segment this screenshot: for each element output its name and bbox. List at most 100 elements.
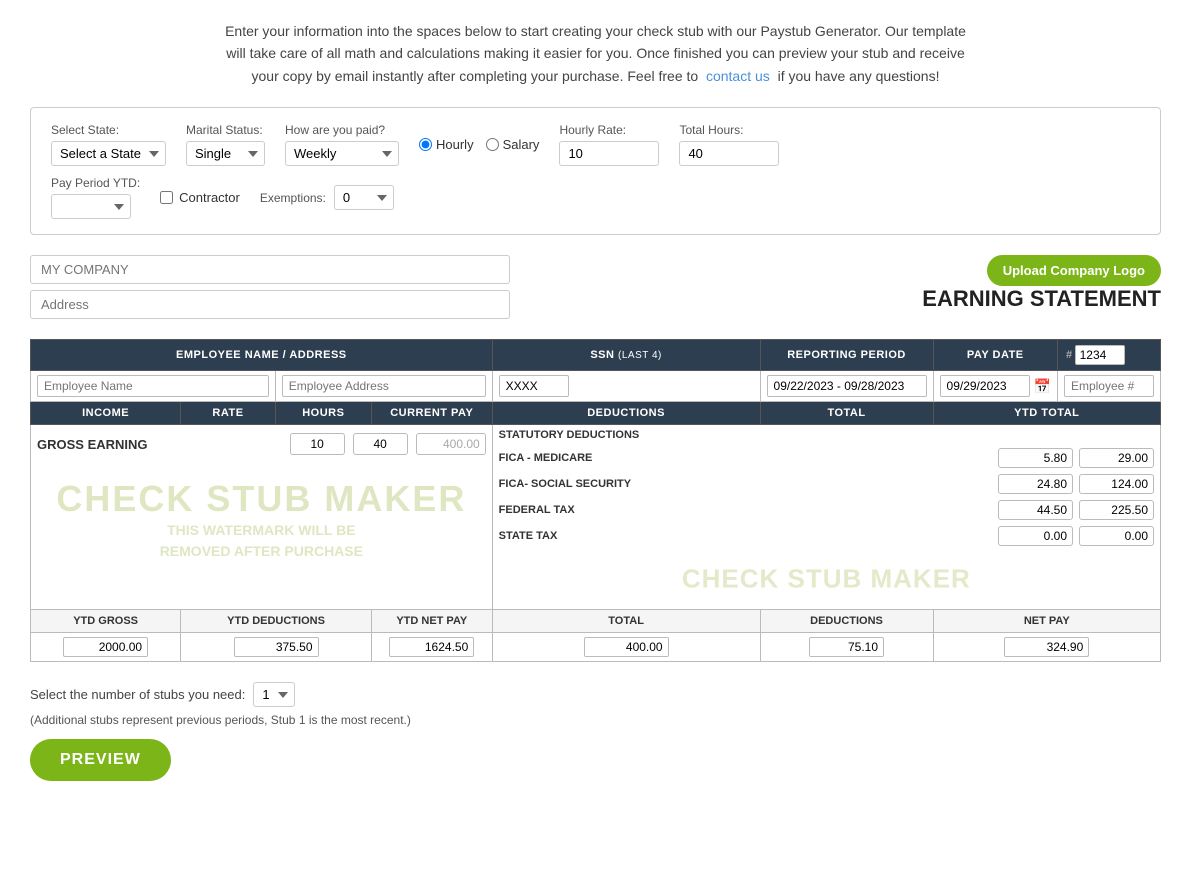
watermark-main-text: CHECK STUB MAKER: [56, 478, 466, 520]
company-address-input[interactable]: [30, 290, 510, 319]
income-deduction-header-row: INCOME RATE HOURS CURRENT PAY DEDUCTIONS…: [31, 402, 1161, 425]
income-section-cell: GROSS EARNING CHECK STUB MAKER THIS WATE…: [31, 425, 493, 610]
totals-value-row: [31, 633, 1161, 662]
company-section: [30, 255, 510, 325]
state-tax-total-input[interactable]: [998, 526, 1073, 546]
pay-select[interactable]: Weekly Bi-WeeklyMonthlySemi-Monthly: [285, 141, 399, 166]
fica-ss-ytd-input[interactable]: [1079, 474, 1154, 494]
federal-tax-ytd-input[interactable]: [1079, 500, 1154, 520]
hourly-label: Hourly: [436, 137, 474, 152]
calendar-icon[interactable]: 📅: [1034, 378, 1051, 395]
fica-social-security-label: FICA- SOCIAL SECURITY: [499, 478, 998, 490]
contractor-label: Contractor: [179, 190, 240, 205]
hash-cell: #: [1066, 345, 1152, 365]
employee-name-address-header: EMPLOYEE NAME / ADDRESS: [31, 340, 493, 371]
ytd-deductions-value-input[interactable]: [234, 637, 319, 657]
pay-date-input[interactable]: [940, 375, 1030, 397]
employee-number-input[interactable]: [1064, 375, 1154, 397]
company-name-input[interactable]: [30, 255, 510, 284]
watermark-right-area: CHECK STUB MAKER: [493, 549, 1160, 609]
total-col-header: TOTAL: [760, 402, 933, 425]
employee-address-cell: [275, 371, 492, 402]
ssn-cell: [492, 371, 760, 402]
income-col-header: INCOME: [31, 402, 181, 425]
hourly-rate-label: Hourly Rate:: [559, 123, 659, 137]
company-top-row: Upload Company Logo EARNING STATEMENT: [30, 255, 1161, 335]
state-select[interactable]: Select a State AlabamaAlaskaArizonaCalif…: [51, 141, 166, 166]
fica-medicare-ytd-input[interactable]: [1079, 448, 1154, 468]
fica-medicare-total-input[interactable]: [998, 448, 1073, 468]
stub-table: EMPLOYEE NAME / ADDRESS SSN (LAST 4) REP…: [30, 339, 1161, 662]
total-value-input[interactable]: [584, 637, 669, 657]
watermark-left-area: CHECK STUB MAKER THIS WATERMARK WILL BER…: [31, 463, 492, 583]
salary-radio-label[interactable]: Salary: [486, 137, 540, 152]
earning-title: EARNING STATEMENT: [922, 286, 1161, 312]
gross-rate-input[interactable]: [290, 433, 345, 455]
hash-symbol: #: [1066, 349, 1073, 361]
ytd-net-pay-value-input[interactable]: [389, 637, 474, 657]
gross-earning-label: GROSS EARNING: [37, 437, 282, 452]
federal-tax-row: FEDERAL TAX: [493, 497, 1160, 523]
ssn-sub-label: (LAST 4): [618, 350, 662, 361]
statutory-deductions-label: STATUTORY DEDUCTIONS: [493, 425, 1160, 445]
exemptions-select[interactable]: 0 123: [334, 185, 394, 210]
hourly-radio-label[interactable]: Hourly: [419, 137, 474, 152]
ytd-gross-value-input[interactable]: [63, 637, 148, 657]
reporting-period-input[interactable]: [767, 375, 927, 397]
fica-medicare-row: FICA - MEDICARE: [493, 445, 1160, 471]
net-pay-value-input[interactable]: [1004, 637, 1089, 657]
hourly-radio[interactable]: [419, 138, 432, 151]
hourly-rate-input[interactable]: [559, 141, 659, 166]
stubs-label: Select the number of stubs you need:: [30, 687, 245, 702]
ssn-input[interactable]: [499, 375, 569, 397]
pay-period-field-group: Pay Period YTD: 123: [51, 176, 140, 219]
watermark-right-text: CHECK STUB MAKER: [682, 564, 971, 595]
contractor-checkbox[interactable]: [160, 191, 173, 204]
ytd-net-pay-value-cell: [371, 633, 492, 662]
hourly-rate-field-group: Hourly Rate:: [559, 123, 659, 166]
marital-select[interactable]: Single Married: [186, 141, 265, 166]
pay-period-select[interactable]: 123: [51, 194, 131, 219]
marital-field-group: Marital Status: Single Married: [186, 123, 265, 166]
settings-row-1: Select State: Select a State AlabamaAlas…: [51, 123, 1140, 166]
intro-text-3: your copy by email instantly after compl…: [252, 68, 699, 84]
stub-header-row: EMPLOYEE NAME / ADDRESS SSN (LAST 4) REP…: [31, 340, 1161, 371]
deductions-value-input[interactable]: [809, 637, 884, 657]
net-pay-label: NET PAY: [933, 610, 1160, 633]
ssn-label: SSN: [590, 349, 614, 361]
hash-header: #: [1057, 340, 1160, 371]
hash-number-input[interactable]: [1075, 345, 1125, 365]
stubs-count-select[interactable]: 1 2345: [253, 682, 295, 707]
salary-radio[interactable]: [486, 138, 499, 151]
federal-tax-total-input[interactable]: [998, 500, 1073, 520]
ytd-deductions-value-cell: [181, 633, 372, 662]
state-tax-ytd-input[interactable]: [1079, 526, 1154, 546]
contact-us-link[interactable]: contact us: [706, 68, 770, 84]
gross-current-pay-input[interactable]: [416, 433, 486, 455]
pay-type-group: Hourly Salary: [419, 137, 539, 152]
fica-ss-total-input[interactable]: [998, 474, 1073, 494]
state-label: Select State:: [51, 123, 166, 137]
stub-fields-row: 📅: [31, 371, 1161, 402]
gross-earning-inner: GROSS EARNING: [37, 433, 486, 455]
employee-address-input[interactable]: [282, 375, 486, 397]
federal-tax-label: FEDERAL TAX: [499, 504, 998, 516]
state-tax-row: STATE TAX: [493, 523, 1160, 549]
bottom-section: Select the number of stubs you need: 1 2…: [30, 682, 1161, 781]
employee-name-input[interactable]: [37, 375, 269, 397]
fica-social-security-row: FICA- SOCIAL SECURITY: [493, 471, 1160, 497]
upload-logo-button[interactable]: Upload Company Logo: [987, 255, 1161, 286]
exemptions-label: Exemptions:: [260, 191, 326, 205]
gross-earning-row: GROSS EARNING: [31, 425, 492, 463]
ytd-net-pay-label: YTD NET PAY: [371, 610, 492, 633]
intro-text-4: if you have any questions!: [778, 68, 940, 84]
pay-label: How are you paid?: [285, 123, 399, 137]
upload-section: Upload Company Logo EARNING STATEMENT: [922, 255, 1161, 318]
ytd-gross-value-cell: [31, 633, 181, 662]
preview-button[interactable]: PREVIEW: [30, 739, 171, 781]
gross-hours-input[interactable]: [353, 433, 408, 455]
pay-date-wrapper: 📅: [940, 375, 1051, 397]
total-hours-input[interactable]: [679, 141, 779, 166]
main-content-row: GROSS EARNING CHECK STUB MAKER THIS WATE…: [31, 425, 1161, 610]
net-pay-value-cell: [933, 633, 1160, 662]
